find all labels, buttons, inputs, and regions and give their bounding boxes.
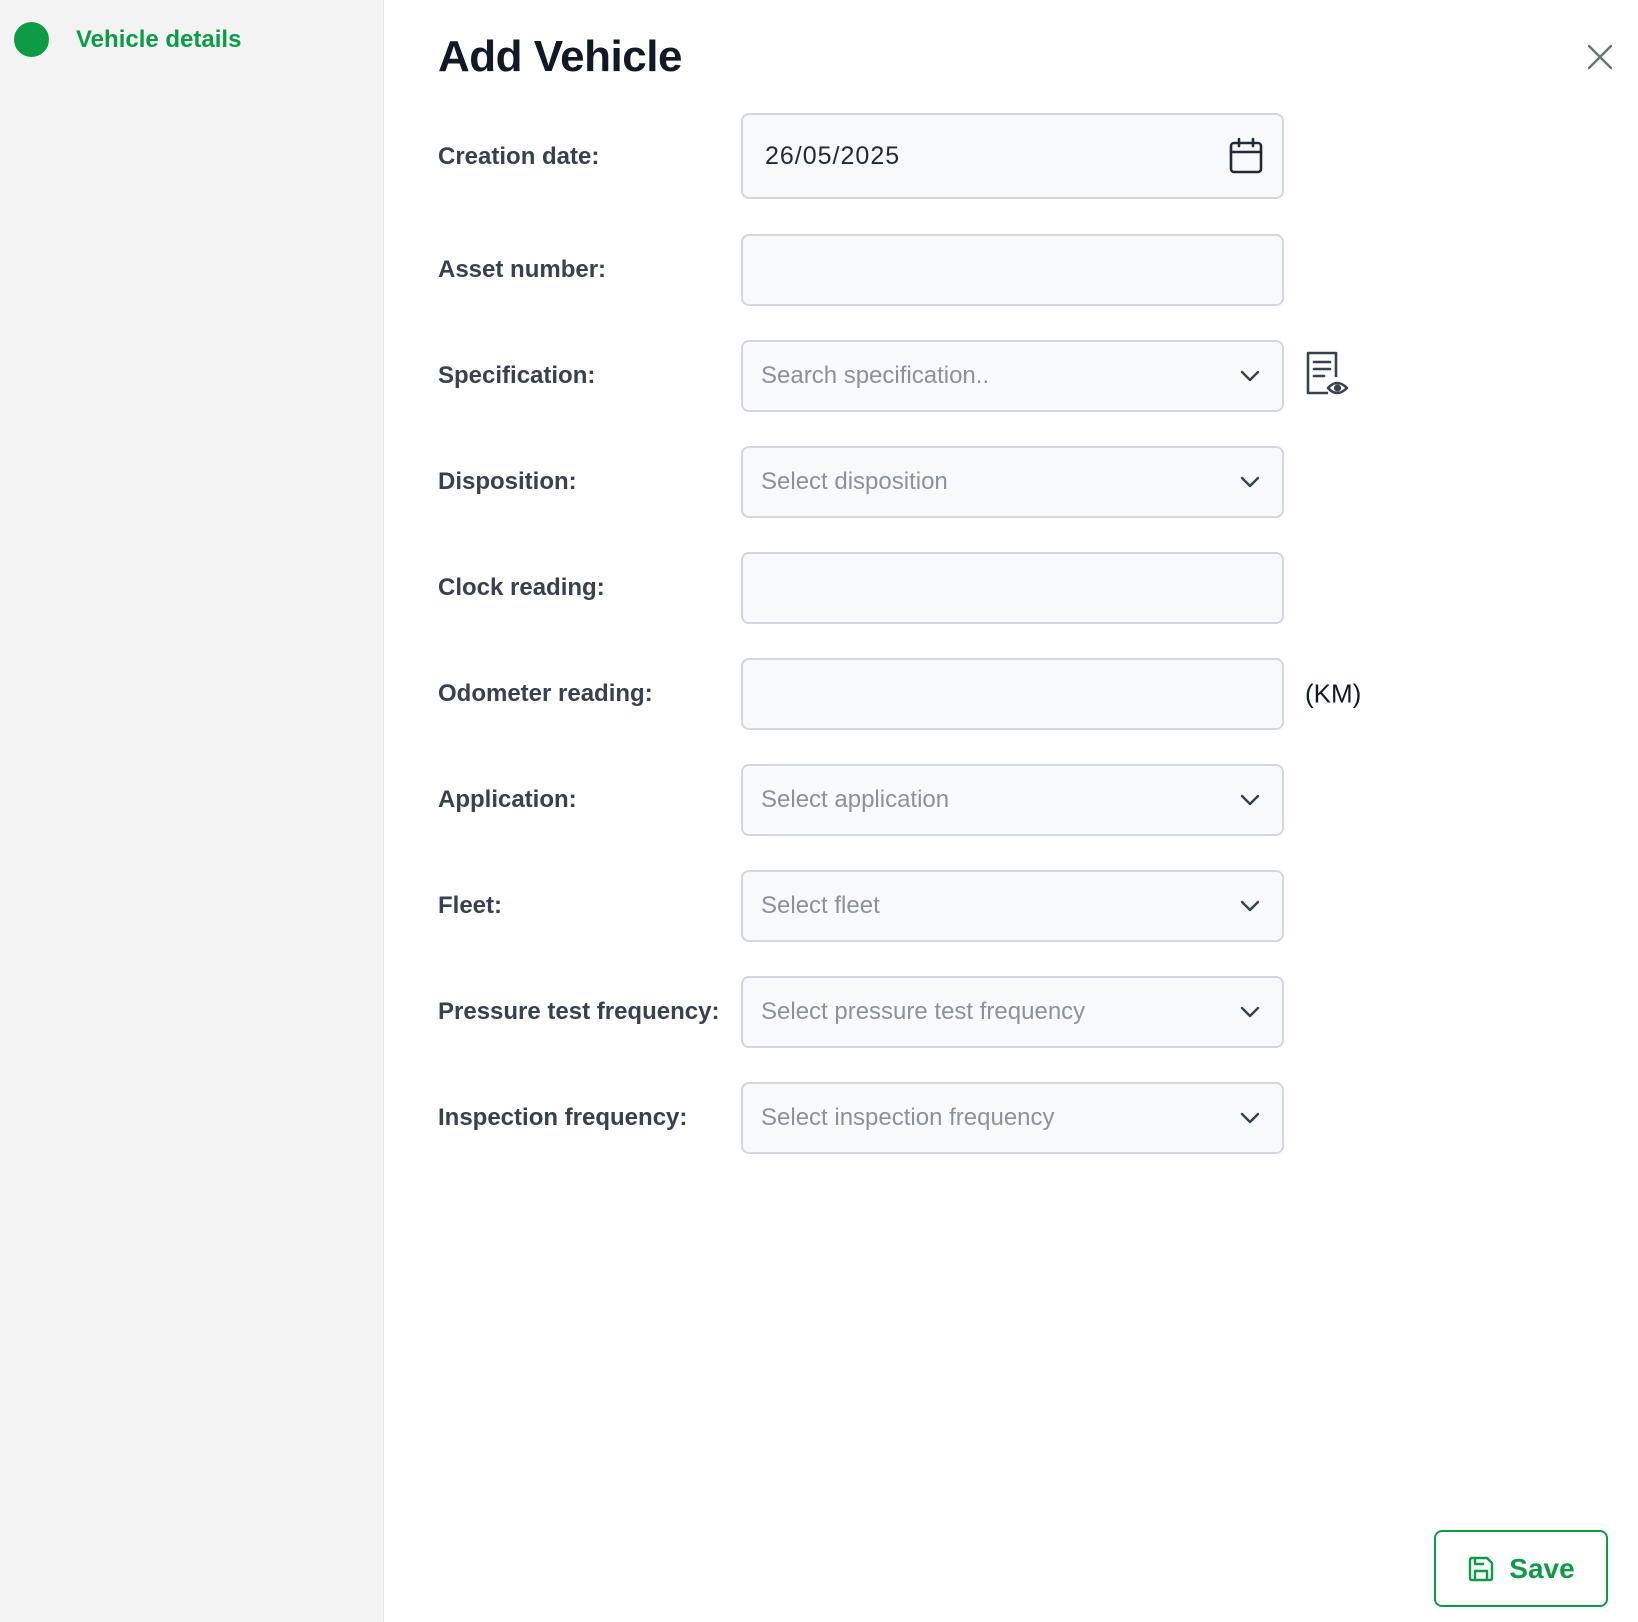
disposition-select[interactable]: Select disposition [741,446,1284,518]
asset-number-input[interactable] [761,236,1264,304]
creation-date-label: Creation date: [438,143,600,170]
specification-placeholder: Search specification.. [761,362,990,389]
asset-number-field[interactable] [741,234,1284,306]
step-vehicle-details[interactable]: Vehicle details [14,22,241,57]
inspection-frequency-placeholder: Select inspection frequency [761,1104,1055,1131]
odometer-reading-label: Odometer reading: [438,680,653,707]
clock-reading-input[interactable] [761,554,1264,622]
step-label: Vehicle details [76,25,242,53]
disposition-label: Disposition: [438,468,577,495]
chevron-down-icon [1236,892,1264,920]
fleet-select[interactable]: Select fleet [741,870,1284,942]
step-status-dot [14,22,49,57]
inspection-frequency-label: Inspection frequency: [438,1104,688,1131]
odometer-reading-input[interactable] [761,660,1264,728]
application-placeholder: Select application [761,786,950,813]
chevron-down-icon [1236,998,1264,1026]
close-button[interactable] [1581,38,1619,76]
save-button[interactable]: Save [1434,1530,1608,1607]
specification-select[interactable]: Search specification.. [741,340,1284,412]
pressure-test-frequency-label: Pressure test frequency: [438,998,720,1025]
calendar-icon[interactable] [1228,137,1264,175]
specification-label: Specification: [438,362,596,389]
stepper-sidebar: Vehicle details [0,0,384,1622]
chevron-down-icon [1236,1104,1264,1132]
chevron-down-icon [1236,786,1264,814]
application-select[interactable]: Select application [741,764,1284,836]
pressure-test-frequency-select[interactable]: Select pressure test frequency [741,976,1284,1048]
creation-date-field[interactable]: 26/05/2025 [741,113,1284,199]
document-view-icon [1306,351,1349,395]
view-specification-button[interactable] [1302,350,1352,400]
inspection-frequency-select[interactable]: Select inspection frequency [741,1082,1284,1154]
asset-number-label: Asset number: [438,256,607,283]
odometer-unit: (KM) [1305,678,1362,709]
save-button-label: Save [1509,1552,1575,1584]
creation-date-value: 26/05/2025 [765,141,901,170]
pressure-test-frequency-placeholder: Select pressure test frequency [761,998,1086,1025]
disposition-placeholder: Select disposition [761,468,948,495]
clock-reading-field[interactable] [741,552,1284,624]
close-icon [1587,44,1613,70]
application-label: Application: [438,786,577,813]
fleet-placeholder: Select fleet [761,892,880,919]
page-title: Add Vehicle [438,32,682,81]
odometer-reading-field[interactable] [741,658,1284,730]
add-vehicle-dialog: Add Vehicle Creation date: 26/05/2025 As… [385,0,1638,1622]
floppy-disk-icon [1469,1556,1494,1581]
chevron-down-icon [1236,468,1264,496]
chevron-down-icon [1236,362,1264,390]
fleet-label: Fleet: [438,892,503,919]
clock-reading-label: Clock reading: [438,574,605,601]
